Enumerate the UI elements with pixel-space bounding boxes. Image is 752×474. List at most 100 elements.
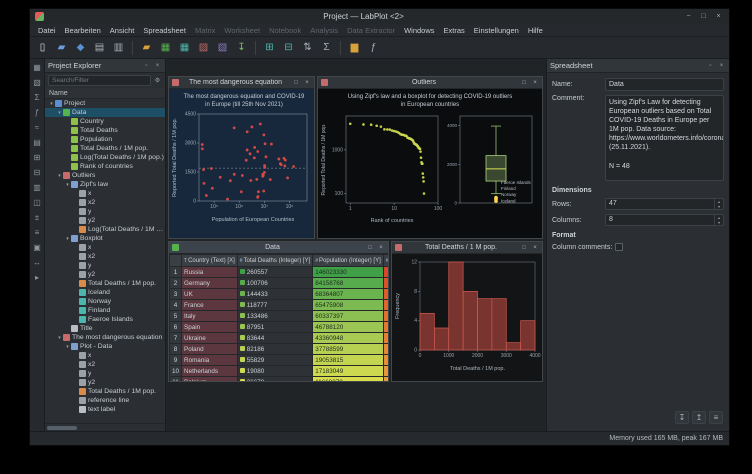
menu-worksheet[interactable]: Worksheet [220, 25, 264, 36]
menu-hilfe[interactable]: Hilfe [524, 25, 547, 36]
cell-population[interactable]: 146023330 [312, 266, 384, 278]
tree-item-project[interactable]: ▾ Project [45, 99, 165, 108]
side-tool-icon-10[interactable]: ◫ [33, 199, 41, 207]
tree-item-zipf-s-law[interactable]: ▾ Zipf's law [45, 180, 165, 189]
expander-icon[interactable]: ▾ [64, 236, 71, 242]
cell-clipped-column[interactable] [382, 299, 388, 311]
float-panel-icon[interactable]: ▫ [706, 63, 715, 69]
column-comments-checkbox[interactable] [615, 243, 624, 251]
cell-country[interactable]: UK [181, 288, 238, 300]
cell-total-deaths[interactable]: 87951 [236, 321, 314, 333]
name-field[interactable] [605, 78, 724, 91]
minimize-icon[interactable]: − [683, 13, 694, 20]
side-tool-icon-13[interactable]: ▣ [33, 244, 41, 252]
side-tool-icon-4[interactable]: ƒ [35, 109, 39, 117]
cell-total-deaths[interactable]: 83644 [236, 332, 314, 344]
side-tool-icon-11[interactable]: ± [35, 214, 39, 222]
row-header[interactable]: 1 [169, 266, 183, 278]
open-project-icon[interactable]: ▰ [53, 39, 70, 56]
save-project-icon[interactable]: ◆ [72, 39, 89, 56]
cell-population[interactable]: 68364807 [312, 288, 384, 300]
new-worksheet-icon[interactable]: ▨ [195, 39, 212, 56]
menu-analysis[interactable]: Analysis [306, 25, 342, 36]
side-tool-icon-3[interactable]: Σ [35, 94, 40, 102]
filter-options-icon[interactable]: ⚙ [153, 77, 162, 84]
column-header-country-text-x[interactable]: TCountry (Text) [X] [181, 254, 238, 267]
hscroll-thumb[interactable] [47, 426, 77, 430]
maximize-icon[interactable]: □ [698, 13, 709, 20]
row-header[interactable]: 9 [169, 354, 183, 366]
tree-item-rank-of-countries[interactable]: Rank of countries [45, 162, 165, 171]
subwindow-titlebar[interactable]: Outliers □ × [318, 77, 542, 89]
cell-clipped-column[interactable] [382, 277, 388, 289]
cell-total-deaths[interactable]: 19080 [236, 365, 314, 377]
subwindow-titlebar[interactable]: Total Deaths / 1 M pop. □ × [392, 242, 542, 254]
cell-clipped-column[interactable] [382, 343, 388, 355]
column-header-population-integer-y[interactable]: #Population (Integer) [Y] [312, 254, 384, 267]
tree-item-boxplot[interactable]: ▾ Boxplot [45, 234, 165, 243]
cell-total-deaths[interactable]: 118777 [236, 299, 314, 311]
tree-item-population[interactable]: Population [45, 135, 165, 144]
menu-datei[interactable]: Datei [34, 25, 60, 36]
cell-clipped-column[interactable] [382, 332, 388, 344]
tree-item-y[interactable]: y [45, 261, 165, 270]
cell-population[interactable]: 17183049 [312, 365, 384, 377]
cell-country[interactable]: Romania [181, 354, 238, 366]
tree-item-y[interactable]: y [45, 369, 165, 378]
cell-clipped-column[interactable] [382, 310, 388, 322]
tree-item-x[interactable]: x [45, 189, 165, 198]
side-tool-icon-6[interactable]: ▤ [33, 139, 41, 147]
tree-item-log-total-deaths-1m-pop[interactable]: Log(Total Deaths / 1M pop.) [45, 153, 165, 162]
tree-item-norway[interactable]: Norway [45, 297, 165, 306]
new-folder-icon[interactable]: ▰ [138, 39, 155, 56]
close-icon[interactable]: × [713, 13, 724, 20]
cell-clipped-column[interactable] [382, 365, 388, 377]
cell-total-deaths[interactable]: 55829 [236, 354, 314, 366]
menu-extras[interactable]: Extras [440, 25, 469, 36]
cell-total-deaths[interactable]: 260557 [236, 266, 314, 278]
row-header[interactable]: 5 [169, 310, 183, 322]
statistics-icon[interactable]: Σ [318, 39, 335, 56]
rows-spinbox[interactable]: 47 ▴ ▾ [605, 198, 724, 210]
spinbox-arrows[interactable]: ▴ ▾ [714, 199, 723, 209]
load-template-button[interactable]: ↧ [675, 411, 689, 424]
cell-population[interactable]: 84158768 [312, 277, 384, 289]
row-header[interactable]: 3 [169, 288, 183, 300]
save-template-button[interactable]: ↥ [692, 411, 706, 424]
row-header[interactable]: 10 [169, 365, 183, 377]
cell-total-deaths[interactable]: 26678 [236, 376, 314, 381]
tree-item-country[interactable]: Country [45, 117, 165, 126]
new-spreadsheet-icon[interactable]: ▦ [157, 39, 174, 56]
corner-header-cell[interactable] [169, 254, 183, 267]
cell-country[interactable]: Germany [181, 277, 238, 289]
column-header-total-deaths-integer-y[interactable]: #Total Deaths (Integer) [Y] [236, 254, 314, 267]
column-header-item[interactable]: # [382, 254, 388, 267]
close-icon[interactable]: × [531, 80, 539, 86]
cell-clipped-column[interactable] [382, 376, 388, 381]
print-preview-icon[interactable]: ▥ [110, 39, 127, 56]
side-tool-icon-1[interactable]: ▦ [33, 64, 41, 72]
side-tool-icon-2[interactable]: ▧ [33, 79, 41, 87]
restore-icon[interactable]: □ [292, 80, 300, 86]
float-panel-icon[interactable]: ▫ [142, 63, 151, 69]
search-input[interactable] [48, 75, 151, 86]
row-header[interactable]: 2 [169, 277, 183, 289]
tree-item-title[interactable]: Title [45, 324, 165, 333]
plot-data-icon[interactable]: ▆ [346, 39, 363, 56]
subwindow-titlebar[interactable]: The most dangerous equation □ × [169, 77, 314, 89]
side-tool-icon-15[interactable]: ▸ [35, 274, 39, 282]
tree-name-column-header[interactable]: Name [45, 88, 165, 99]
titlebar[interactable]: Project — LabPlot <2> − □ × [30, 9, 729, 24]
insert-row-icon[interactable]: ⊞ [261, 39, 278, 56]
close-icon[interactable]: × [303, 80, 311, 86]
row-header[interactable]: 6 [169, 321, 183, 333]
print-icon[interactable]: ▤ [91, 39, 108, 56]
expander-icon[interactable]: ▾ [64, 344, 71, 350]
side-tool-icon-5[interactable]: ≈ [35, 124, 39, 132]
cell-total-deaths[interactable]: 82186 [236, 343, 314, 355]
menu-spreadsheet[interactable]: Spreadsheet [139, 25, 190, 36]
cell-total-deaths[interactable]: 100706 [236, 277, 314, 289]
cell-population[interactable]: 46788120 [312, 321, 384, 333]
cell-population[interactable]: 43360948 [312, 332, 384, 344]
function-values-icon[interactable]: ƒ [365, 39, 382, 56]
